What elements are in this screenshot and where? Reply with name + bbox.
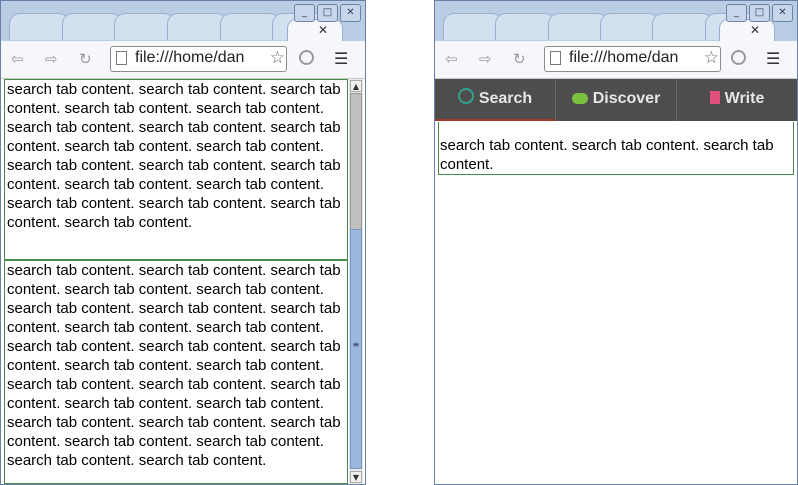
- pane-text: search tab content. search tab content. …: [7, 81, 341, 231]
- maximize-button[interactable]: □: [317, 4, 338, 22]
- close-tab-icon[interactable]: ✕: [318, 23, 328, 37]
- background-tab[interactable]: [61, 13, 123, 40]
- search-tab-panel: search tab content. search tab content. …: [438, 122, 794, 175]
- search-icon: [457, 88, 474, 104]
- scroll-down-icon[interactable]: ▼: [350, 471, 362, 483]
- tab-discover[interactable]: Discover: [556, 79, 677, 121]
- minimize-button[interactable]: _: [726, 4, 747, 22]
- back-icon[interactable]: ⇦: [11, 50, 24, 68]
- address-text[interactable]: file:///home/dan: [135, 49, 244, 67]
- tab-label: Write: [724, 90, 765, 107]
- browser-window-left: ✕ _ □ ✕ ⇦ ⇨ ↻ file:///home/dan ☆ ☰ searc…: [0, 0, 366, 485]
- window-controls: _ □ ✕: [294, 4, 361, 22]
- forward-icon[interactable]: ⇨: [45, 50, 58, 68]
- maximize-button[interactable]: □: [749, 4, 770, 22]
- background-tab[interactable]: [652, 13, 713, 40]
- close-window-button[interactable]: ✕: [340, 4, 361, 22]
- background-tab[interactable]: [167, 13, 228, 40]
- background-tab[interactable]: [495, 13, 556, 40]
- tab-navbar: Search Discover Write: [435, 79, 797, 121]
- tab-write[interactable]: Write: [677, 79, 797, 121]
- background-tabs: [443, 13, 765, 40]
- background-tab[interactable]: [443, 13, 504, 40]
- close-window-button[interactable]: ✕: [772, 4, 793, 22]
- forward-icon[interactable]: ⇨: [479, 50, 492, 68]
- address-bar[interactable]: file:///home/dan ☆: [544, 46, 721, 72]
- browser-toolbar: ⇦ ⇨ ↻ file:///home/dan ☆ ☰: [1, 41, 365, 79]
- back-icon[interactable]: ⇦: [445, 50, 458, 68]
- scroll-thumb[interactable]: [350, 93, 362, 243]
- tab-label: Discover: [592, 90, 661, 107]
- menu-icon[interactable]: ☰: [334, 49, 348, 68]
- window-controls: _ □ ✕: [726, 4, 793, 22]
- page-content: Search Discover Write search tab content…: [435, 79, 797, 484]
- browser-toolbar: ⇦ ⇨ ↻ file:///home/dan ☆ ☰: [435, 41, 797, 79]
- background-tab[interactable]: [114, 13, 176, 40]
- scroll-up-icon[interactable]: ▲: [350, 80, 362, 92]
- extension-icon[interactable]: [299, 50, 314, 65]
- page-icon: [116, 51, 127, 65]
- chat-icon: [571, 93, 588, 104]
- note-icon: [709, 91, 720, 104]
- close-tab-icon[interactable]: ✕: [750, 23, 760, 37]
- bookmark-star-icon[interactable]: ☆: [267, 48, 285, 68]
- browser-window-right: ✕ _ □ ✕ ⇦ ⇨ ↻ file:///home/dan ☆ ☰ Searc…: [434, 0, 798, 485]
- reload-icon[interactable]: ↻: [513, 50, 526, 68]
- menu-icon[interactable]: ☰: [766, 49, 780, 68]
- tab-label: Search: [478, 90, 533, 107]
- bookmark-star-icon[interactable]: ☆: [701, 48, 719, 68]
- background-tab[interactable]: [599, 13, 661, 40]
- page-icon: [550, 51, 561, 65]
- reload-icon[interactable]: ↻: [79, 50, 92, 68]
- vertical-scrollbar[interactable]: ▲ ≡ ▼: [349, 79, 363, 484]
- extension-icon[interactable]: [731, 50, 746, 65]
- background-tab[interactable]: [219, 13, 281, 40]
- page-content: search tab content. search tab content. …: [1, 79, 365, 484]
- background-tabs: [9, 13, 334, 40]
- background-tab[interactable]: [9, 13, 70, 40]
- pane-text: search tab content. search tab content. …: [7, 262, 341, 469]
- scroll-thumb-secondary[interactable]: ≡: [350, 229, 362, 469]
- tab-search[interactable]: Search: [435, 79, 556, 121]
- panel-text: search tab content. search tab content. …: [440, 137, 774, 173]
- active-tab[interactable]: ✕: [719, 19, 775, 43]
- content-pane-bottom: search tab content. search tab content. …: [4, 260, 348, 484]
- address-text[interactable]: file:///home/dan: [569, 49, 678, 67]
- title-bar: ✕ _ □ ✕: [435, 1, 797, 43]
- minimize-button[interactable]: _: [294, 4, 315, 22]
- title-bar: ✕ _ □ ✕: [1, 1, 365, 43]
- address-bar[interactable]: file:///home/dan ☆: [110, 46, 287, 72]
- content-pane-top: search tab content. search tab content. …: [4, 79, 348, 260]
- active-tab[interactable]: ✕: [287, 19, 343, 43]
- background-tab[interactable]: [547, 13, 608, 40]
